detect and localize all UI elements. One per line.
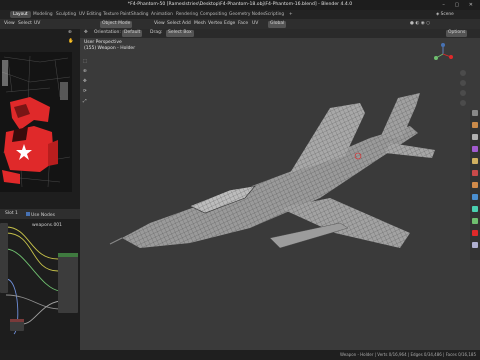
pan-icon[interactable] bbox=[460, 80, 466, 86]
status-stats: Weapon - Holder | Verts 0/16,964 | Edges… bbox=[340, 352, 476, 357]
camera-view-icon[interactable] bbox=[460, 90, 466, 96]
world-properties-icon[interactable] bbox=[472, 170, 478, 176]
use-nodes-checkbox[interactable]: Use Nodes bbox=[26, 212, 55, 219]
texture-properties-icon[interactable] bbox=[472, 242, 478, 248]
principled-bsdf-node bbox=[58, 253, 78, 313]
menu-edge[interactable]: Edge bbox=[224, 21, 235, 27]
texture-canvas[interactable] bbox=[0, 52, 72, 192]
output-properties-icon[interactable] bbox=[472, 134, 478, 140]
uv-zoom-icon[interactable]: ⊕ bbox=[68, 30, 72, 36]
menu-select[interactable]: Select bbox=[167, 21, 181, 27]
menu-add[interactable]: Add bbox=[182, 21, 191, 27]
material-properties-icon[interactable] bbox=[472, 230, 478, 236]
drag-label: Drag: bbox=[150, 30, 163, 35]
checkbox-icon bbox=[26, 212, 30, 216]
view-layer-icon[interactable] bbox=[472, 146, 478, 152]
transform-icon[interactable]: ✥ bbox=[84, 30, 88, 36]
data-properties-icon[interactable] bbox=[472, 218, 478, 224]
menu-view[interactable]: View bbox=[154, 21, 165, 27]
window-controls[interactable]: – ▢ ✕ bbox=[442, 2, 477, 8]
object-mode-selector[interactable]: Object Mode bbox=[100, 21, 133, 28]
drag-dropdown[interactable]: Select Box bbox=[166, 30, 194, 37]
node-graph[interactable] bbox=[0, 219, 80, 350]
scene-selector[interactable]: ◈ Scene bbox=[436, 11, 454, 18]
uv-menu-select[interactable]: Select bbox=[18, 21, 32, 27]
tab-animation[interactable]: Animation bbox=[148, 11, 176, 18]
zoom-icon[interactable] bbox=[460, 70, 466, 76]
orientation-label: Orientation: bbox=[94, 30, 121, 35]
modifier-properties-icon[interactable] bbox=[472, 194, 478, 200]
menu-uv[interactable]: UV bbox=[252, 21, 258, 27]
tab-add[interactable]: + bbox=[286, 11, 296, 18]
uv-menu-view[interactable]: View bbox=[4, 21, 15, 27]
window-title: *F4-Phantom-50 [RamesIstries\Desktop\F4-… bbox=[127, 2, 353, 7]
object-properties-icon[interactable] bbox=[472, 182, 478, 188]
tab-compositing[interactable]: Compositing bbox=[197, 11, 230, 18]
constraint-properties-icon[interactable] bbox=[472, 206, 478, 212]
menu-face[interactable]: Face bbox=[238, 21, 248, 27]
scene-name: Scene bbox=[440, 12, 454, 17]
use-nodes-label: Use Nodes bbox=[31, 213, 55, 218]
menu-vertex[interactable]: Vertex bbox=[208, 21, 222, 27]
tab-scripting[interactable]: Scripting bbox=[262, 11, 287, 18]
global-orientation[interactable]: Global bbox=[268, 21, 287, 28]
tool-properties-icon[interactable] bbox=[472, 110, 478, 116]
tab-layout[interactable]: Layout bbox=[10, 11, 31, 18]
f4-phantom-mesh[interactable] bbox=[80, 38, 456, 350]
uv-pan-icon[interactable]: ✋ bbox=[68, 39, 74, 45]
properties-tab-column bbox=[470, 110, 480, 260]
orientation-dropdown[interactable]: Default bbox=[122, 30, 143, 37]
slot-selector[interactable]: Slot 1 bbox=[5, 211, 18, 217]
perspective-toggle-icon[interactable] bbox=[460, 100, 466, 106]
options-dropdown[interactable]: Options bbox=[446, 30, 468, 37]
uv-menu-uv[interactable]: UV bbox=[34, 21, 40, 27]
tab-modeling[interactable]: Modeling bbox=[30, 11, 56, 18]
menu-mesh[interactable]: Mesh bbox=[194, 21, 206, 27]
texture-node bbox=[0, 223, 8, 293]
render-properties-icon[interactable] bbox=[472, 122, 478, 128]
slot-label: Slot 1 bbox=[5, 211, 18, 216]
scene-properties-icon[interactable] bbox=[472, 158, 478, 164]
shading-mode-icons[interactable]: ● ◐ ◉ ○ bbox=[410, 21, 430, 27]
navigation-gizmo[interactable] bbox=[432, 42, 454, 66]
